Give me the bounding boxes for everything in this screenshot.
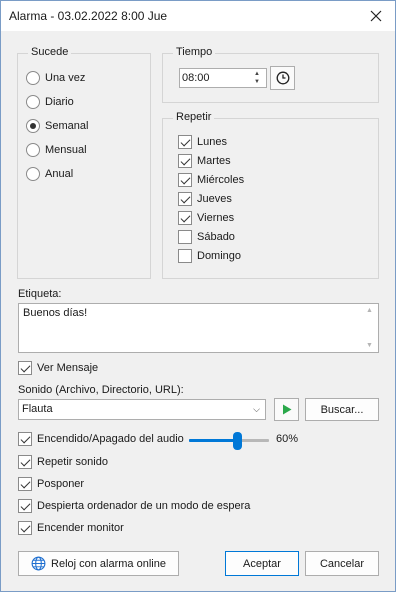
online-alarm-clock-label: Reloj con alarma online (51, 557, 166, 570)
radio-once-label: Una vez (45, 72, 86, 84)
day-tuesday-checkbox[interactable] (178, 154, 192, 168)
show-message[interactable]: Ver Mensaje (18, 359, 98, 377)
radio-weekly-indicator[interactable] (26, 119, 40, 133)
tag-scrollbar[interactable]: ▲ ▼ (361, 304, 378, 352)
option-wake-computer-checkbox[interactable] (18, 499, 32, 513)
radio-daily-indicator[interactable] (26, 95, 40, 109)
option-repeat-sound-checkbox[interactable] (18, 455, 32, 469)
option-snooze-label: Posponer (37, 478, 85, 490)
globe-icon (31, 556, 46, 571)
day-wednesday[interactable]: Miércoles (178, 171, 244, 189)
spin-down-icon[interactable]: ▼ (254, 79, 260, 85)
option-audio-toggle-checkbox[interactable] (18, 432, 32, 446)
option-turn-on-monitor-checkbox[interactable] (18, 521, 32, 535)
title-bar: Alarma - 03.02.2022 8:00 Jue (1, 1, 395, 31)
volume-slider-fill (189, 439, 237, 442)
tag-value: Buenos días! (23, 307, 88, 319)
cancel-button[interactable]: Cancelar (305, 551, 379, 576)
sound-value: Flauta (22, 403, 53, 415)
day-wednesday-checkbox[interactable] (178, 173, 192, 187)
time-value: 08:00 (182, 72, 210, 84)
volume-value: 60% (276, 433, 299, 445)
option-repeat-sound-label: Repetir sonido (37, 456, 108, 468)
radio-yearly-label: Anual (45, 168, 74, 180)
day-sunday-label: Domingo (197, 250, 242, 262)
repeat-group-label: Repetir (173, 111, 215, 123)
option-wake-computer-label: Despierta ordenador de un modo de espera (37, 500, 251, 512)
play-icon (282, 404, 291, 415)
day-friday[interactable]: Viernes (178, 209, 234, 227)
sound-select[interactable]: Flauta ⌵ (18, 399, 266, 420)
radio-monthly-indicator[interactable] (26, 143, 40, 157)
radio-daily[interactable]: Diario (26, 93, 74, 111)
day-tuesday[interactable]: Martes (178, 152, 231, 170)
day-thursday-checkbox[interactable] (178, 192, 192, 206)
radio-yearly-indicator[interactable] (26, 167, 40, 181)
option-audio-toggle[interactable]: Encendido/Apagado del audio (18, 430, 184, 448)
radio-monthly-label: Mensual (45, 144, 87, 156)
close-icon (370, 10, 382, 22)
scroll-up-icon[interactable]: ▲ (366, 307, 373, 314)
day-thursday-label: Jueves (197, 193, 232, 205)
accept-button[interactable]: Aceptar (225, 551, 299, 576)
occurs-group-label: Sucede (28, 46, 72, 58)
day-tuesday-label: Martes (197, 155, 231, 167)
day-monday-checkbox[interactable] (178, 135, 192, 149)
time-picker-button[interactable] (270, 66, 295, 90)
radio-daily-label: Diario (45, 96, 74, 108)
close-button[interactable] (367, 7, 385, 25)
day-monday[interactable]: Lunes (178, 133, 227, 151)
option-wake-computer[interactable]: Despierta ordenador de un modo de espera (18, 497, 250, 515)
day-thursday[interactable]: Jueves (178, 190, 232, 208)
day-friday-checkbox[interactable] (178, 211, 192, 225)
show-message-checkbox[interactable] (18, 361, 32, 375)
tag-textarea[interactable]: Buenos días! ▲ ▼ (18, 303, 379, 353)
option-snooze[interactable]: Posponer (18, 475, 84, 493)
scroll-down-icon[interactable]: ▼ (366, 342, 373, 349)
window-title: Alarma - 03.02.2022 8:00 Jue (9, 9, 168, 23)
option-turn-on-monitor[interactable]: Encender monitor (18, 519, 124, 537)
option-snooze-checkbox[interactable] (18, 477, 32, 491)
day-wednesday-label: Miércoles (197, 174, 245, 186)
online-alarm-clock-button[interactable]: Reloj con alarma online (18, 551, 179, 576)
spin-up-icon[interactable]: ▲ (254, 71, 260, 77)
option-turn-on-monitor-label: Encender monitor (37, 522, 124, 534)
option-audio-toggle-label: Encendido/Apagado del audio (37, 433, 184, 445)
day-friday-label: Viernes (197, 212, 235, 224)
radio-once[interactable]: Una vez (26, 69, 85, 87)
day-sunday-checkbox[interactable] (178, 249, 192, 263)
tag-label: Etiqueta: (18, 288, 62, 300)
radio-monthly[interactable]: Mensual (26, 141, 87, 159)
day-saturday-checkbox[interactable] (178, 230, 192, 244)
time-group-label: Tiempo (173, 46, 216, 58)
clock-icon (276, 71, 289, 85)
radio-once-indicator[interactable] (26, 71, 40, 85)
play-sound-button[interactable] (274, 398, 299, 421)
day-saturday[interactable]: Sábado (178, 228, 235, 246)
day-saturday-label: Sábado (197, 231, 235, 243)
browse-button[interactable]: Buscar... (305, 398, 379, 421)
day-sunday[interactable]: Domingo (178, 247, 241, 265)
day-monday-label: Lunes (197, 136, 227, 148)
alarm-dialog: Alarma - 03.02.2022 8:00 Jue Sucede Una … (0, 0, 396, 592)
radio-weekly[interactable]: Semanal (26, 117, 88, 135)
option-repeat-sound[interactable]: Repetir sonido (18, 453, 108, 471)
time-spinner[interactable]: ▲ ▼ (249, 69, 265, 87)
show-message-label: Ver Mensaje (37, 362, 99, 374)
radio-weekly-label: Semanal (45, 120, 89, 132)
sound-label: Sonido (Archivo, Directorio, URL): (18, 384, 184, 396)
chevron-down-icon[interactable]: ⌵ (253, 404, 260, 415)
radio-yearly[interactable]: Anual (26, 165, 73, 183)
volume-slider-thumb[interactable] (233, 432, 242, 450)
